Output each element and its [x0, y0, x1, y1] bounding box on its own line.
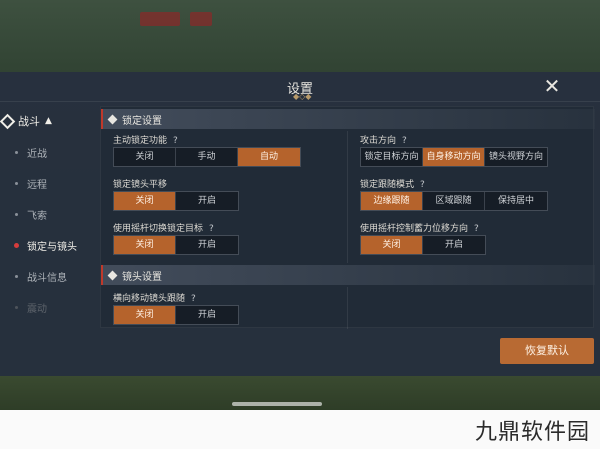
- home-indicator: [232, 402, 322, 406]
- help-icon[interactable]: ?: [209, 224, 214, 234]
- help-icon[interactable]: ?: [420, 180, 425, 190]
- sidebar-item-label: 战斗信息: [27, 272, 67, 284]
- help-icon[interactable]: ?: [173, 136, 178, 146]
- horizontal-camera-follow-segmented: 关闭 开启: [113, 305, 239, 325]
- combat-category-icon: [0, 113, 16, 129]
- option-edge-follow[interactable]: 边缘跟随: [361, 192, 423, 210]
- setting-attack-direction: 攻击方向? 锁定目标方向 自身移动方向 镜头视野方向: [348, 133, 594, 173]
- option-auto[interactable]: 自动: [238, 148, 300, 166]
- sidebar-item-grapple[interactable]: 飞索: [0, 204, 95, 224]
- help-icon[interactable]: ?: [402, 136, 407, 146]
- option-on[interactable]: 开启: [176, 306, 238, 324]
- option-move-direction[interactable]: 自身移动方向: [423, 148, 485, 166]
- bullet-icon: [15, 181, 18, 185]
- settings-content: 锁定设置 主动锁定功能? 关闭 手动 自动 攻击方向? 锁定目标方向 自身移动方…: [100, 106, 595, 331]
- close-icon[interactable]: ✕: [541, 75, 563, 97]
- auto-lock-segmented: 关闭 手动 自动: [113, 147, 301, 167]
- option-camera-direction[interactable]: 镜头视野方向: [485, 148, 547, 166]
- setting-label: 使用摇杆控制蓄力位移方向?: [360, 224, 479, 234]
- sidebar-item-label: 锁定与镜头: [27, 241, 77, 253]
- sidebar-item-label: 远程: [27, 179, 47, 191]
- settings-modal: 设置 ◆◇◆ ✕ 战斗 ▲ 近战 远程 飞索 锁定与镜头 战斗信息 震动 锁定设…: [0, 72, 600, 376]
- option-off[interactable]: 关闭: [114, 306, 176, 324]
- sidebar-item-label: 震动: [27, 303, 47, 315]
- attack-direction-segmented: 锁定目标方向 自身移动方向 镜头视野方向: [360, 147, 548, 167]
- sidebar: 战斗 ▲ 近战 远程 飞索 锁定与镜头 战斗信息 震动: [0, 102, 95, 376]
- stick-switch-target-segmented: 关闭 开启: [113, 235, 239, 255]
- sidebar-item-melee[interactable]: 近战: [0, 142, 95, 162]
- option-manual[interactable]: 手动: [176, 148, 238, 166]
- setting-stick-switch-target: 使用摇杆切换锁定目标? 关闭 开启: [101, 221, 347, 261]
- column-divider: [347, 287, 348, 329]
- game-background-top: [0, 0, 600, 72]
- setting-label: 锁定跟随模式?: [360, 180, 425, 190]
- option-off[interactable]: 关闭: [114, 192, 176, 210]
- option-on[interactable]: 开启: [176, 192, 238, 210]
- option-off[interactable]: 关闭: [114, 236, 176, 254]
- title-ornament-icon: ◆◇◆: [293, 92, 312, 101]
- sidebar-category-combat[interactable]: 战斗 ▲: [0, 110, 95, 132]
- option-area-follow[interactable]: 区域跟随: [423, 192, 485, 210]
- sidebar-category-label: 战斗: [18, 115, 40, 128]
- setting-lock-camera-pan: 锁定镜头平移 关闭 开启: [101, 177, 347, 217]
- title-bar: 设置 ◆◇◆ ✕: [0, 72, 600, 102]
- section-diamond-icon: [107, 114, 118, 124]
- setting-auto-lock: 主动锁定功能? 关闭 手动 自动: [101, 133, 347, 173]
- bullet-icon: [15, 150, 18, 154]
- setting-label: 攻击方向?: [360, 136, 407, 146]
- restore-defaults-button[interactable]: 恢复默认: [500, 338, 594, 364]
- bullet-icon: [15, 212, 18, 216]
- lock-camera-pan-segmented: 关闭 开启: [113, 191, 239, 211]
- help-icon[interactable]: ?: [191, 294, 196, 304]
- sidebar-item-ranged[interactable]: 远程: [0, 173, 95, 193]
- sidebar-item-label: 飞索: [27, 210, 47, 222]
- setting-label: 主动锁定功能?: [113, 136, 178, 146]
- hud-chip: [140, 12, 180, 26]
- section-title: 镜头设置: [122, 271, 162, 283]
- setting-horizontal-camera-follow: 横向移动镜头跟随? 关闭 开启: [101, 291, 347, 331]
- watermark-text: 九鼎软件园: [474, 420, 590, 445]
- sidebar-item-combat-info[interactable]: 战斗信息: [0, 266, 95, 286]
- bullet-icon: [15, 274, 18, 278]
- setting-label: 横向移动镜头跟随?: [113, 294, 196, 304]
- chevron-up-icon: ▲: [45, 116, 52, 126]
- option-keep-center[interactable]: 保持居中: [485, 192, 547, 210]
- sidebar-item-vibration[interactable]: 震动: [0, 297, 95, 317]
- option-on[interactable]: 开启: [423, 236, 485, 254]
- setting-label: 使用摇杆切换锁定目标?: [113, 224, 214, 234]
- hud-chip: [190, 12, 212, 26]
- option-off[interactable]: 关闭: [114, 148, 176, 166]
- setting-follow-mode: 锁定跟随模式? 边缘跟随 区域跟随 保持居中: [348, 177, 594, 217]
- setting-label: 锁定镜头平移: [113, 180, 168, 190]
- active-dot-icon: [14, 242, 19, 248]
- section-header-camera: 镜头设置: [101, 265, 595, 285]
- bullet-icon: [15, 305, 18, 309]
- option-on[interactable]: 开启: [176, 236, 238, 254]
- help-icon[interactable]: ?: [474, 224, 479, 234]
- sidebar-item-label: 近战: [27, 148, 47, 160]
- sidebar-item-lock-camera[interactable]: 锁定与镜头: [0, 235, 95, 255]
- setting-stick-charge-direction: 使用摇杆控制蓄力位移方向? 关闭 开启: [348, 221, 594, 261]
- option-target-direction[interactable]: 锁定目标方向: [361, 148, 423, 166]
- section-diamond-icon: [107, 270, 118, 280]
- option-off[interactable]: 关闭: [361, 236, 423, 254]
- stick-charge-direction-segmented: 关闭 开启: [360, 235, 486, 255]
- section-header-lock: 锁定设置: [101, 109, 595, 129]
- follow-mode-segmented: 边缘跟随 区域跟随 保持居中: [360, 191, 548, 211]
- section-title: 锁定设置: [122, 115, 162, 127]
